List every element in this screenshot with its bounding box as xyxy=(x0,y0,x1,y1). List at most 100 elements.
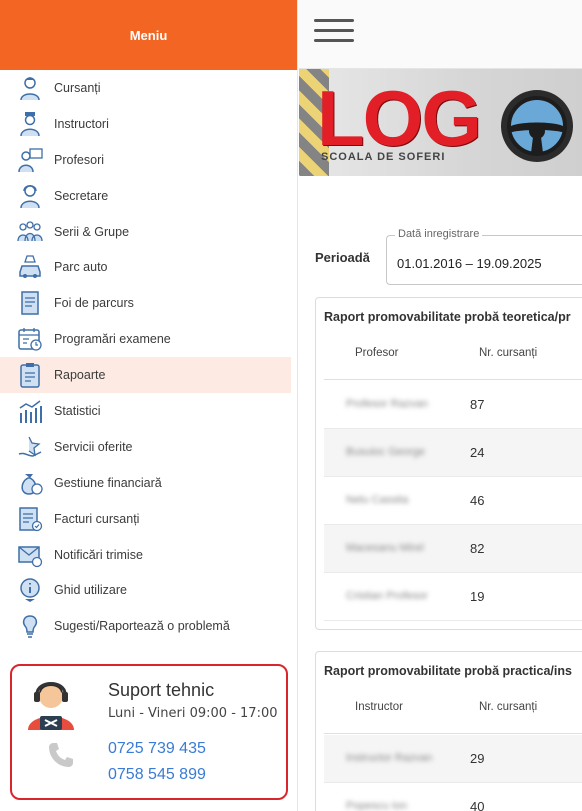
support-agent-icon xyxy=(24,676,78,730)
sidebar-item-instructori[interactable]: Instructori xyxy=(0,106,297,142)
top-bar xyxy=(299,0,582,69)
row-name: Profesor Razvan xyxy=(346,398,428,410)
sidebar-item-facturi-cursanti[interactable]: Facturi cursanți xyxy=(0,501,297,537)
info-icon xyxy=(16,576,44,604)
row-count: 82 xyxy=(470,541,485,556)
invoice-icon xyxy=(16,505,44,533)
money-bag-icon xyxy=(16,469,44,497)
calendar-icon xyxy=(16,325,44,353)
row-name: Macesanu Mirel xyxy=(346,542,424,554)
document-icon xyxy=(16,289,44,317)
report-title: Raport promovabilitate probă teoretica/p… xyxy=(324,310,571,324)
instructor-icon xyxy=(16,110,44,138)
main-content: LOG SCOALA DE SOFERI Perioadă Dată inreg… xyxy=(299,0,582,811)
sidebar-item-label: Gestiune financiară xyxy=(54,475,162,490)
support-title: Suport tehnic xyxy=(108,680,215,700)
sidebar-item-label: Secretare xyxy=(54,188,109,203)
period-label: Perioadă xyxy=(315,250,370,265)
practice-pass-rate-report: Raport promovabilitate probă practica/in… xyxy=(315,651,582,811)
phone-icon xyxy=(46,740,76,770)
sidebar-item-label: Foi de parcurs xyxy=(54,296,134,311)
sidebar-item-profesori[interactable]: Profesori xyxy=(0,142,297,178)
school-banner: LOG SCOALA DE SOFERI xyxy=(299,69,582,176)
sidebar-item-ghid-utilizare[interactable]: Ghid utilizare xyxy=(0,572,297,608)
support-box: Suport tehnic Luni - Vineri 09:00 - 17:0… xyxy=(10,664,288,800)
lightbulb-icon xyxy=(16,612,44,640)
support-phone-link-2[interactable]: 0758 545 899 xyxy=(108,766,206,784)
sidebar-item-programari-examene[interactable]: Programări examene xyxy=(0,321,297,357)
table-row[interactable]: Macesanu Mirel 82 xyxy=(324,525,582,573)
column-header-nr-cursanti[interactable]: Nr. cursanți xyxy=(479,701,537,713)
table-row[interactable]: Busuioc George 24 xyxy=(324,429,582,477)
sidebar-item-secretare[interactable]: Secretare xyxy=(0,178,297,214)
sidebar-item-gestiune-financiara[interactable]: Gestiune financiară xyxy=(0,465,297,501)
groups-icon xyxy=(16,218,44,246)
envelope-icon xyxy=(16,541,44,569)
support-phone-link-1[interactable]: 0725 739 435 xyxy=(108,740,206,758)
steering-wheel-icon xyxy=(498,87,576,165)
sidebar-item-sugestii[interactable]: Sugesti/Raportează o problemă xyxy=(0,608,297,644)
secretary-icon xyxy=(16,182,44,210)
sidebar-item-label: Instructori xyxy=(54,116,109,131)
row-count: 40 xyxy=(470,799,485,811)
student-icon xyxy=(16,74,44,102)
car-fleet-icon xyxy=(16,253,44,281)
row-count: 29 xyxy=(470,751,485,766)
sidebar-item-label: Statistici xyxy=(54,403,101,418)
sidebar: Meniu Cursanți Instructori Profesori Sec… xyxy=(0,0,298,811)
column-header-profesor[interactable]: Profesor xyxy=(355,347,398,359)
sidebar-item-label: Ghid utilizare xyxy=(54,583,127,598)
date-range-value: 01.01.2016 – 19.09.2025 xyxy=(397,256,542,271)
sidebar-item-rapoarte[interactable]: Rapoarte xyxy=(0,357,291,394)
row-count: 19 xyxy=(470,589,485,604)
sidebar-item-parc-auto[interactable]: Parc auto xyxy=(0,249,297,285)
report-clipboard-icon xyxy=(16,361,44,389)
table-row[interactable]: Instructor Razvan 29 xyxy=(324,735,582,783)
sidebar-item-label: Rapoarte xyxy=(54,368,106,383)
hamburger-menu-icon[interactable] xyxy=(314,19,354,45)
sidebar-item-cursanti[interactable]: Cursanți xyxy=(0,70,297,106)
table-row[interactable]: Popescu Ion 40 xyxy=(324,783,582,811)
row-count: 87 xyxy=(470,397,485,412)
sidebar-item-label: Sugesti/Raportează o problemă xyxy=(54,619,230,634)
row-name: Nelu Cassita xyxy=(346,494,409,506)
sidebar-item-serii-grupe[interactable]: Serii & Grupe xyxy=(0,214,297,250)
logo-text: LOG xyxy=(317,74,482,162)
support-hours: Luni - Vineri 09:00 - 17:00 xyxy=(108,706,278,721)
registration-date-range-field[interactable]: Dată inregistrare 01.01.2016 – 19.09.202… xyxy=(386,228,582,285)
table-row[interactable]: Profesor Razvan 87 xyxy=(324,381,582,429)
sidebar-item-label: Programări examene xyxy=(54,332,171,347)
sidebar-title: Meniu xyxy=(0,0,297,70)
sidebar-menu: Cursanți Instructori Profesori Secretare… xyxy=(0,70,297,644)
sidebar-item-label: Facturi cursanți xyxy=(54,511,140,526)
column-header-nr-cursanti[interactable]: Nr. cursanți xyxy=(479,347,537,359)
sidebar-item-label: Parc auto xyxy=(54,260,108,275)
row-name: Cristian Profesor xyxy=(346,590,428,602)
sidebar-item-foi-de-parcurs[interactable]: Foi de parcurs xyxy=(0,285,297,321)
row-name: Busuioc George xyxy=(346,446,425,458)
sidebar-item-servicii-oferite[interactable]: Servicii oferite xyxy=(0,429,297,465)
hand-service-icon xyxy=(16,433,44,461)
date-field-legend: Dată inregistrare xyxy=(395,228,483,240)
report-title: Raport promovabilitate probă practica/in… xyxy=(324,664,572,678)
sidebar-item-label: Servicii oferite xyxy=(54,439,133,454)
table-row[interactable]: Nelu Cassita 46 xyxy=(324,477,582,525)
row-count: 46 xyxy=(470,493,485,508)
statistics-icon xyxy=(16,397,44,425)
column-header-instructor[interactable]: Instructor xyxy=(355,701,403,713)
table-header: Profesor Nr. cursanți xyxy=(324,330,582,380)
sidebar-item-label: Notificări trimise xyxy=(54,547,143,562)
teacher-icon xyxy=(16,146,44,174)
table-row[interactable]: Cristian Profesor 19 xyxy=(324,573,582,621)
sidebar-item-label: Serii & Grupe xyxy=(54,224,130,239)
table-header: Instructor Nr. cursanți xyxy=(324,684,582,734)
sidebar-item-notificari-trimise[interactable]: Notificări trimise xyxy=(0,537,297,573)
sidebar-item-statistici[interactable]: Statistici xyxy=(0,393,297,429)
row-name: Popescu Ion xyxy=(346,800,408,811)
sidebar-item-label: Profesori xyxy=(54,152,105,167)
row-name: Instructor Razvan xyxy=(346,752,433,764)
row-count: 24 xyxy=(470,445,485,460)
logo-subtitle: SCOALA DE SOFERI xyxy=(321,151,446,163)
theory-pass-rate-report: Raport promovabilitate probă teoretica/p… xyxy=(315,297,582,630)
sidebar-item-label: Cursanți xyxy=(54,80,101,95)
